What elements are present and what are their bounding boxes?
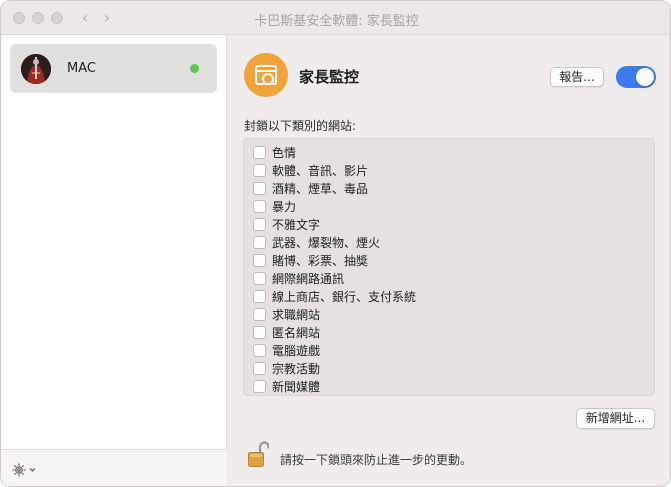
list-item[interactable]: 軟體、音訊、影片 (253, 162, 368, 179)
sidebar: MAC (1, 35, 227, 486)
category-label: 武器、爆裂物、煙火 (272, 236, 381, 250)
list-item[interactable]: 酒精、煙草、毒品 (253, 180, 368, 197)
checkbox[interactable] (253, 272, 266, 285)
category-list: 色情 軟體、音訊、影片 酒精、煙草、毒品 暴力 不雅文字 武器、爆裂物、煙火 賭… (243, 138, 655, 396)
category-label: 求職網站 (272, 308, 321, 322)
sidebar-footer (1, 449, 227, 486)
category-label: 酒精、煙草、毒品 (272, 182, 369, 196)
gear-icon[interactable] (11, 461, 39, 479)
checkbox[interactable] (253, 164, 266, 177)
category-label: 色情 (272, 146, 297, 160)
block-categories-label: 封鎖以下類別的網站: (244, 119, 357, 133)
online-status-dot (190, 64, 199, 73)
window-title: 卡巴斯基安全軟體: 家長監控 (254, 14, 419, 29)
list-item[interactable]: 賭博、彩票、抽獎 (253, 252, 368, 269)
checkbox[interactable] (253, 380, 266, 393)
add-site-button[interactable]: 新增網址... (576, 408, 655, 429)
checkbox[interactable] (253, 236, 266, 249)
app-window: ‹ › 卡巴斯基安全軟體: 家長監控 MAC 家長監控 報告... 封鎖以下類別… (0, 0, 671, 487)
lock-icon[interactable] (247, 439, 270, 469)
category-label: 宗教活動 (272, 362, 321, 376)
checkbox[interactable] (253, 254, 266, 267)
page-title: 家長監控 (299, 68, 360, 86)
list-item[interactable]: 線上商店、銀行、支付系統 (253, 288, 416, 305)
category-label: 新聞媒體 (272, 380, 321, 394)
list-item[interactable]: 新聞媒體 (253, 378, 320, 395)
checkbox[interactable] (253, 326, 266, 339)
checkbox[interactable] (253, 182, 266, 195)
checkbox[interactable] (253, 344, 266, 357)
avatar (21, 54, 51, 84)
report-button[interactable]: 報告... (550, 67, 604, 87)
list-item[interactable]: 色情 (253, 144, 296, 161)
list-item[interactable]: 網際網路通訊 (253, 270, 344, 287)
checkbox[interactable] (253, 290, 266, 303)
category-label: 電腦遊戲 (272, 344, 321, 358)
list-item[interactable]: 電腦遊戲 (253, 342, 320, 359)
category-label: 不雅文字 (272, 218, 321, 232)
checkbox[interactable] (253, 308, 266, 321)
parental-control-icon (244, 53, 288, 97)
checkbox[interactable] (253, 218, 266, 231)
list-item[interactable]: 宗教活動 (253, 360, 320, 377)
list-item[interactable]: 不雅文字 (253, 216, 320, 233)
sidebar-item-label: MAC (67, 61, 96, 76)
list-item[interactable]: 匿名網站 (253, 324, 320, 341)
checkbox[interactable] (253, 362, 266, 375)
category-label: 暴力 (272, 200, 297, 214)
category-label: 網際網路通訊 (272, 272, 345, 286)
main-panel: 家長監控 報告... 封鎖以下類別的網站: 色情 軟體、音訊、影片 酒精、煙草、… (227, 35, 670, 486)
checkbox[interactable] (253, 146, 266, 159)
lock-hint-text: 請按一下鎖頭來防止進一步的更動。 (280, 453, 473, 467)
category-label: 賭博、彩票、抽獎 (272, 254, 369, 268)
category-label: 軟體、音訊、影片 (272, 164, 369, 178)
parental-control-toggle[interactable] (616, 66, 656, 88)
list-item[interactable]: 求職網站 (253, 306, 320, 323)
list-item[interactable]: 武器、爆裂物、煙火 (253, 234, 380, 251)
category-label: 線上商店、銀行、支付系統 (272, 290, 417, 304)
checkbox[interactable] (253, 200, 266, 213)
toggle-knob (636, 68, 654, 86)
title-bar: ‹ › 卡巴斯基安全軟體: 家長監控 (1, 1, 670, 35)
list-item[interactable]: 暴力 (253, 198, 296, 215)
category-label: 匿名網站 (272, 326, 321, 340)
